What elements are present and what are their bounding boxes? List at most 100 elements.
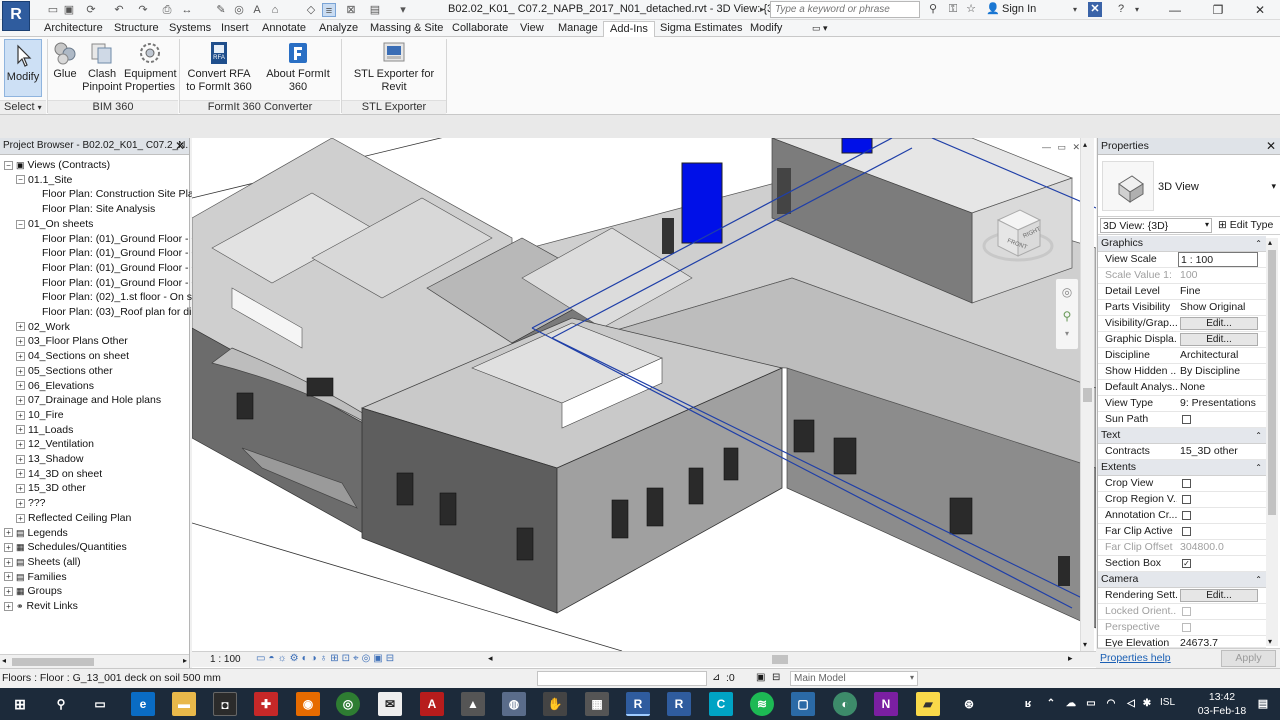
dimension-icon[interactable]: ✎ bbox=[214, 3, 228, 17]
expand-icon[interactable]: + bbox=[16, 351, 25, 361]
tab-view[interactable]: View bbox=[514, 21, 550, 37]
tree-item[interactable]: Floor Plan: Construction Site Pla bbox=[30, 187, 194, 201]
expand-icon[interactable]: + bbox=[4, 542, 13, 552]
editable-only-icon[interactable]: ▣ bbox=[756, 672, 765, 683]
workset-field[interactable] bbox=[537, 671, 707, 686]
spotify-icon[interactable]: ≋ bbox=[750, 692, 774, 716]
worksharing-icon[interactable]: ⊟ bbox=[772, 672, 780, 683]
edit-button[interactable]: Edit... bbox=[1180, 317, 1258, 330]
section-icon[interactable]: ◇ bbox=[304, 3, 318, 17]
viewport-vertical-scrollbar[interactable]: ▴ ▾ bbox=[1080, 138, 1094, 651]
crop-view-checkbox[interactable] bbox=[1182, 479, 1191, 488]
binoculars-icon[interactable]: ⚲ bbox=[926, 2, 940, 17]
onenote-icon[interactable]: N bbox=[874, 692, 898, 716]
tree-item[interactable]: + ▤ Sheets (all) bbox=[4, 555, 81, 569]
measure-icon[interactable]: ↔ bbox=[180, 3, 194, 17]
tree-item[interactable]: +02_Work bbox=[16, 320, 70, 334]
tab-annotate[interactable]: Annotate bbox=[256, 21, 312, 37]
group-graphics[interactable]: Graphics ⌃ bbox=[1098, 236, 1266, 252]
save-icon[interactable]: ▣ bbox=[62, 3, 76, 17]
chevron-down-icon[interactable]: ▾ bbox=[1056, 329, 1078, 338]
tree-item[interactable]: +03_Floor Plans Other bbox=[16, 334, 128, 348]
help-icon[interactable]: ? bbox=[1114, 2, 1128, 17]
wifi-icon[interactable]: ◠ bbox=[1104, 692, 1118, 716]
edit-button[interactable]: Edit... bbox=[1180, 589, 1258, 602]
collapse-icon[interactable]: ⌃ bbox=[1255, 460, 1262, 475]
network-icon[interactable]: ▭ bbox=[1084, 692, 1098, 716]
view-close-icon[interactable]: ✕ bbox=[1073, 142, 1081, 152]
mail-icon[interactable]: ✉ bbox=[378, 692, 402, 716]
scroll-right-icon[interactable]: ▸ bbox=[1068, 653, 1073, 664]
minimize-icon[interactable]: — bbox=[1155, 0, 1195, 20]
sign-in-link[interactable]: Sign In bbox=[1002, 3, 1036, 15]
tree-item[interactable]: Floor Plan: (03)_Roof plan for di bbox=[30, 305, 191, 319]
paint-icon[interactable]: ◍ bbox=[502, 692, 526, 716]
tree-item[interactable]: + ▤ Legends bbox=[4, 526, 68, 540]
tree-item[interactable]: +04_Sections on sheet bbox=[16, 349, 129, 363]
tree-item[interactable]: + Reflected Ceiling Plan bbox=[16, 511, 131, 525]
collapse-icon[interactable]: − bbox=[4, 160, 13, 170]
edit-button[interactable]: Edit... bbox=[1180, 333, 1258, 346]
scroll-up-icon[interactable]: ▴ bbox=[1083, 140, 1087, 149]
scroll-thumb[interactable] bbox=[12, 658, 94, 666]
firefox-icon[interactable]: ◉ bbox=[296, 692, 320, 716]
open-icon[interactable]: ▭ bbox=[46, 3, 60, 17]
tab-sigma-estimates[interactable]: Sigma Estimates bbox=[654, 21, 749, 37]
viewcube[interactable]: FRONT RIGHT bbox=[978, 200, 1056, 270]
thin-lines-icon[interactable]: ≡ bbox=[322, 3, 336, 17]
acrobat-icon[interactable]: A bbox=[420, 692, 444, 716]
help-dropdown-icon[interactable]: ▾ bbox=[1132, 2, 1142, 17]
scroll-thumb[interactable] bbox=[1268, 250, 1276, 515]
clash-pinpoint-button[interactable]: Clash Pinpoint bbox=[82, 40, 122, 94]
properties-scrollbar[interactable]: ▴ ▾ bbox=[1266, 238, 1278, 646]
tree-item[interactable]: +10_Fire bbox=[16, 408, 64, 422]
undo-icon[interactable]: ↶ bbox=[112, 3, 126, 17]
horizontal-scroll-thumb[interactable] bbox=[772, 655, 788, 664]
group-extents[interactable]: Extents ⌃ bbox=[1098, 460, 1266, 476]
crop-region-checkbox[interactable] bbox=[1182, 495, 1191, 504]
expand-icon[interactable]: + bbox=[16, 440, 25, 450]
tree-item[interactable]: + ▤ Families bbox=[4, 570, 67, 584]
tree-item[interactable]: −01.1_Site bbox=[16, 173, 72, 187]
tree-item[interactable]: Floor Plan: (02)_1.st floor - On sh bbox=[30, 290, 198, 304]
expand-search-icon[interactable]: ▸ bbox=[760, 2, 765, 17]
tree-item[interactable]: Floor Plan: (01)_Ground Floor - C bbox=[30, 261, 199, 275]
browser-scrollbar[interactable]: ◂ ▸ bbox=[0, 654, 189, 668]
tree-item[interactable]: +11_Loads bbox=[16, 423, 73, 437]
zoom-icon[interactable]: ⚲ bbox=[1056, 309, 1078, 323]
expand-icon[interactable]: + bbox=[16, 484, 25, 494]
tab-add-ins[interactable]: Add-Ins bbox=[603, 21, 655, 37]
tab-insert[interactable]: Insert bbox=[215, 21, 255, 37]
search-input[interactable] bbox=[770, 1, 920, 18]
expand-icon[interactable]: + bbox=[16, 322, 25, 332]
instance-filter-select[interactable]: 3D View: {3D} ▾ bbox=[1100, 218, 1212, 233]
far-clip-checkbox[interactable] bbox=[1182, 527, 1191, 536]
tree-item[interactable]: −01_On sheets bbox=[16, 217, 93, 231]
modify-button[interactable]: Modify bbox=[4, 39, 42, 97]
notifications-icon[interactable]: ▤ bbox=[1252, 692, 1274, 716]
scroll-thumb[interactable] bbox=[1083, 388, 1092, 402]
tray-expand-icon[interactable]: ⌃ bbox=[1044, 692, 1058, 716]
close-icon[interactable]: ✕ bbox=[175, 139, 185, 153]
input-language[interactable]: ISL bbox=[1160, 697, 1175, 708]
task-view-icon[interactable]: ▭ bbox=[88, 692, 112, 716]
prop-value[interactable]: By Discipline bbox=[1180, 364, 1260, 379]
tab-analyze[interactable]: Analyze bbox=[313, 21, 364, 37]
tree-item[interactable]: +13_Shadow bbox=[16, 452, 83, 466]
revit-taskbar-icon[interactable]: R bbox=[626, 692, 650, 716]
view-scale[interactable]: 1 : 100 bbox=[210, 654, 241, 665]
scroll-down-icon[interactable]: ▾ bbox=[1268, 637, 1272, 646]
tree-item[interactable]: Floor Plan: (01)_Ground Floor - C bbox=[30, 246, 199, 260]
user-icon[interactable]: 👤 bbox=[986, 2, 1000, 17]
scroll-up-icon[interactable]: ▴ bbox=[1268, 238, 1272, 247]
expand-icon[interactable]: + bbox=[4, 557, 13, 567]
prop-value[interactable]: 24673.7 bbox=[1180, 636, 1260, 647]
ribbon-minimize-icon[interactable]: ▭ ▾ bbox=[806, 21, 834, 37]
expand-icon[interactable]: + bbox=[16, 366, 25, 376]
about-formit-button[interactable]: About FormIt 360 bbox=[256, 40, 340, 94]
expand-icon[interactable]: + bbox=[16, 498, 25, 508]
calculator-icon[interactable]: ▦ bbox=[585, 692, 609, 716]
gift-icon[interactable]: ✚ bbox=[254, 692, 278, 716]
stl-exporter-button[interactable]: STL Exporter for Revit bbox=[344, 40, 444, 94]
redo-icon[interactable]: ↷ bbox=[136, 3, 150, 17]
